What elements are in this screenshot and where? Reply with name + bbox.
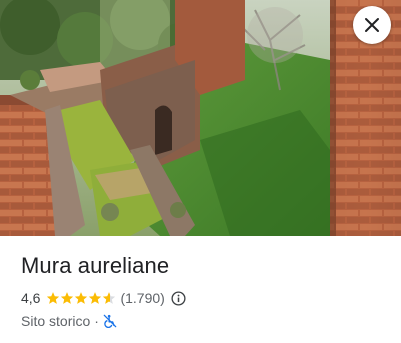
rating-row: 4,6 (1.790) xyxy=(21,289,391,307)
no-wheelchair-access-icon xyxy=(103,314,117,328)
info-icon xyxy=(171,290,186,306)
rating-value: 4,6 xyxy=(21,290,41,306)
info-button[interactable] xyxy=(171,290,186,306)
place-info: Mura aureliane 4,6 (1.790) Sito storico … xyxy=(21,252,391,330)
accessibility-status xyxy=(103,314,117,328)
category-label: Sito storico xyxy=(21,313,91,329)
star-rating xyxy=(46,291,116,305)
close-icon xyxy=(365,18,379,32)
place-photo[interactable] xyxy=(0,0,401,236)
place-card: Mura aureliane 4,6 (1.790) Sito storico … xyxy=(0,0,401,343)
separator-dot: · xyxy=(94,313,99,329)
star-icon xyxy=(61,292,74,304)
star-half-icon xyxy=(103,292,116,304)
place-title[interactable]: Mura aureliane xyxy=(21,252,391,280)
close-button[interactable] xyxy=(353,6,391,44)
review-count[interactable]: (1.790) xyxy=(120,290,164,306)
star-icon xyxy=(47,292,60,304)
star-icon xyxy=(75,292,88,304)
category-row: Sito storico · xyxy=(21,312,391,330)
star-icon xyxy=(89,292,102,304)
